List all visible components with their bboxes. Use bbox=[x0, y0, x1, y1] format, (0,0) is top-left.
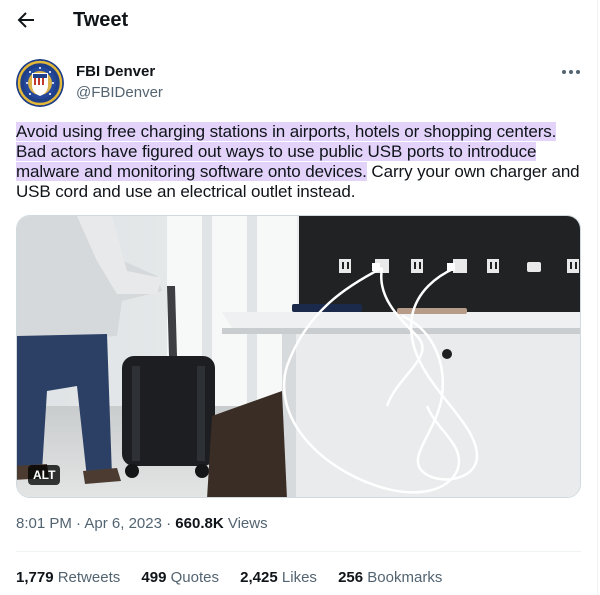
tweet-photo[interactable] bbox=[16, 215, 581, 498]
column-border bbox=[597, 0, 598, 595]
bookmarks-stat[interactable]: 256 Bookmarks bbox=[338, 569, 442, 586]
meta-separator: · bbox=[76, 515, 82, 532]
quotes-stat[interactable]: 499 Quotes bbox=[141, 569, 219, 586]
author-name[interactable]: FBI Denver bbox=[76, 63, 155, 80]
tweet-date[interactable]: Apr 6, 2023 bbox=[84, 515, 162, 532]
author-handle[interactable]: @FBIDenver bbox=[76, 84, 163, 101]
divider bbox=[16, 551, 581, 552]
fbi-seal-icon[interactable] bbox=[16, 59, 64, 107]
engagement-stats: 1,779 Retweets 499 Quotes 2,425 Likes 25… bbox=[16, 569, 459, 586]
meta-separator: · bbox=[166, 515, 172, 532]
views-label: Views bbox=[227, 515, 268, 532]
page-title: Tweet bbox=[73, 9, 129, 31]
retweets-stat[interactable]: 1,779 Retweets bbox=[16, 569, 120, 586]
page-header: Tweet bbox=[0, 0, 597, 42]
more-horizontal-icon[interactable] bbox=[556, 60, 586, 84]
views-count: 660.8K bbox=[175, 515, 224, 532]
alt-badge[interactable]: ALT bbox=[28, 465, 61, 485]
tweet-time[interactable]: 8:01 PM bbox=[16, 515, 72, 532]
likes-stat[interactable]: 2,425 Likes bbox=[240, 569, 317, 586]
tweet-text: Avoid using free charging stations in ai… bbox=[16, 122, 588, 202]
arrow-left-icon[interactable] bbox=[14, 8, 38, 32]
tweet-meta: 8:01 PM · Apr 6, 2023 · 660.8K Views bbox=[16, 515, 268, 532]
